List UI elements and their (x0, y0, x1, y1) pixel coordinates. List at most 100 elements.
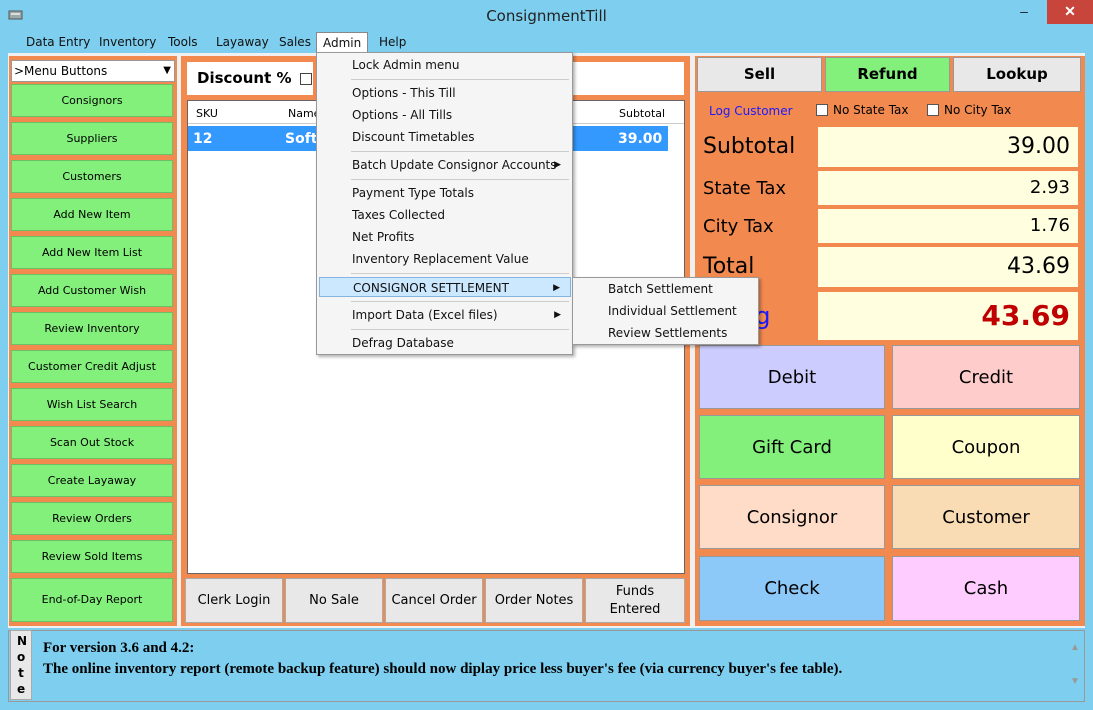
subtotal-value: 39.00 (818, 127, 1078, 167)
customers-button[interactable]: Customers (11, 160, 173, 193)
note-text: For version 3.6 and 4.2: The online inve… (43, 638, 842, 680)
menu-item-batch-update-label: Batch Update Consignor Accounts (352, 158, 557, 172)
menu-item-defrag-database[interactable]: Defrag Database (319, 333, 571, 353)
row-sku: 12 (193, 131, 213, 147)
menu-item-payment-type-totals[interactable]: Payment Type Totals (319, 183, 571, 203)
check-button[interactable]: Check (699, 556, 885, 621)
column-subtotal[interactable]: Subtotal (619, 107, 665, 120)
close-button[interactable]: ✕ (1047, 0, 1093, 24)
owing-value: 43.69 (818, 292, 1078, 340)
add-new-item-list-button[interactable]: Add New Item List (11, 236, 173, 269)
row-name: Soft (285, 131, 318, 147)
create-layaway-button[interactable]: Create Layaway (11, 464, 173, 497)
chevron-right-icon: ▶ (553, 283, 560, 293)
cancel-order-button[interactable]: Cancel Order (385, 578, 483, 623)
menu-separator (351, 179, 569, 180)
menu-separator (351, 151, 569, 152)
column-sku[interactable]: SKU (196, 107, 218, 120)
end-of-day-report-button[interactable]: End-of-Day Report (11, 578, 173, 622)
order-notes-button[interactable]: Order Notes (485, 578, 583, 623)
scroll-up-icon[interactable]: ▲ (1070, 642, 1080, 653)
note-line-2: The online inventory report (remote back… (43, 661, 843, 677)
menu-data-entry[interactable]: Data Entry (20, 32, 96, 53)
total-label: Total (703, 254, 755, 279)
menu-buttons-select[interactable]: >Menu Buttons ▼ (11, 60, 175, 82)
scan-out-stock-button[interactable]: Scan Out Stock (11, 426, 173, 459)
consignors-button[interactable]: Consignors (11, 84, 173, 117)
discount-label: Discount % (197, 69, 292, 87)
clerk-login-button[interactable]: Clerk Login (185, 578, 283, 623)
review-orders-button[interactable]: Review Orders (11, 502, 173, 535)
chevron-right-icon: ▶ (554, 160, 561, 170)
menu-item-net-profits[interactable]: Net Profits (319, 227, 571, 247)
note-scrollbar[interactable]: ▲ ▼ (1068, 632, 1084, 700)
chevron-right-icon: ▶ (554, 310, 561, 320)
subtotal-label: Subtotal (703, 134, 796, 159)
menu-item-options-all-tills[interactable]: Options - All Tills (319, 105, 571, 125)
consignor-button[interactable]: Consignor (699, 485, 885, 549)
menu-help[interactable]: Help (373, 32, 412, 53)
menu-item-import-data[interactable]: Import Data (Excel files) ▶ (319, 305, 571, 325)
add-new-item-button[interactable]: Add New Item (11, 198, 173, 231)
log-customer-link[interactable]: Log Customer (709, 104, 793, 118)
menu-item-consignor-settlement[interactable]: CONSIGNOR SETTLEMENT ▶ (319, 277, 571, 297)
review-inventory-button[interactable]: Review Inventory (11, 312, 173, 345)
debit-button[interactable]: Debit (699, 345, 885, 409)
chevron-down-icon: ▼ (163, 65, 171, 76)
no-state-tax-label: No State Tax (833, 103, 909, 117)
menu-item-lock-admin[interactable]: Lock Admin menu (319, 55, 571, 75)
no-city-tax-label: No City Tax (944, 103, 1012, 117)
menu-item-options-this-till[interactable]: Options - This Till (319, 83, 571, 103)
no-state-tax-option[interactable]: No State Tax (816, 103, 909, 117)
wish-list-search-button[interactable]: Wish List Search (11, 388, 173, 421)
menu-separator (351, 301, 569, 302)
discount-toggle[interactable]: Discount % (187, 62, 313, 95)
menu-separator (351, 329, 569, 330)
note-line-1: For version 3.6 and 4.2: (43, 640, 195, 656)
coupon-button[interactable]: Coupon (892, 415, 1080, 479)
menu-inventory[interactable]: Inventory (93, 32, 162, 53)
title-bar: ConsignmentTill – ✕ (0, 0, 1093, 32)
menu-layaway[interactable]: Layaway (210, 32, 275, 53)
submenu-individual-settlement[interactable]: Individual Settlement (575, 301, 757, 321)
menu-item-batch-update[interactable]: Batch Update Consignor Accounts ▶ (319, 155, 571, 175)
tab-refund[interactable]: Refund (825, 57, 950, 92)
tab-sell[interactable]: Sell (697, 57, 822, 92)
menu-buttons-select-value: >Menu Buttons (14, 64, 108, 78)
add-customer-wish-button[interactable]: Add Customer Wish (11, 274, 173, 307)
no-state-tax-checkbox[interactable] (816, 104, 828, 116)
note-label: Note (17, 634, 28, 696)
state-tax-value: 2.93 (818, 171, 1078, 205)
cash-button[interactable]: Cash (892, 556, 1080, 621)
customer-credit-adjust-button[interactable]: Customer Credit Adjust (11, 350, 173, 383)
submenu-batch-settlement[interactable]: Batch Settlement (575, 279, 757, 299)
total-value: 43.69 (818, 247, 1078, 287)
review-sold-items-button[interactable]: Review Sold Items (11, 540, 173, 573)
customer-button[interactable]: Customer (892, 485, 1080, 549)
minimize-button[interactable]: – (1011, 0, 1037, 24)
menu-admin[interactable]: Admin (316, 32, 369, 53)
menu-separator (351, 273, 569, 274)
submenu-review-settlements[interactable]: Review Settlements (575, 323, 757, 343)
menu-bar: Data Entry Inventory Tools Layaway Sales… (8, 32, 1085, 53)
menu-item-consignor-settlement-label: CONSIGNOR SETTLEMENT (353, 281, 509, 295)
discount-checkbox[interactable] (299, 72, 312, 85)
scroll-down-icon[interactable]: ▼ (1070, 676, 1080, 687)
credit-button[interactable]: Credit (892, 345, 1080, 409)
city-tax-value: 1.76 (818, 209, 1078, 243)
state-tax-label: State Tax (703, 178, 787, 199)
suppliers-button[interactable]: Suppliers (11, 122, 173, 155)
no-city-tax-option[interactable]: No City Tax (927, 103, 1011, 117)
menu-item-discount-timetables[interactable]: Discount Timetables (319, 127, 571, 147)
barcode-input[interactable] (572, 62, 684, 95)
note-tab[interactable]: Note (10, 630, 32, 700)
no-sale-button[interactable]: No Sale (285, 578, 383, 623)
menu-item-inventory-replacement[interactable]: Inventory Replacement Value (319, 249, 571, 269)
no-city-tax-checkbox[interactable] (927, 104, 939, 116)
menu-tools[interactable]: Tools (162, 32, 204, 53)
funds-entered-button[interactable]: Funds Entered (585, 578, 685, 623)
menu-sales[interactable]: Sales (273, 32, 317, 53)
menu-item-taxes-collected[interactable]: Taxes Collected (319, 205, 571, 225)
gift-card-button[interactable]: Gift Card (699, 415, 885, 479)
tab-lookup[interactable]: Lookup (953, 57, 1081, 92)
